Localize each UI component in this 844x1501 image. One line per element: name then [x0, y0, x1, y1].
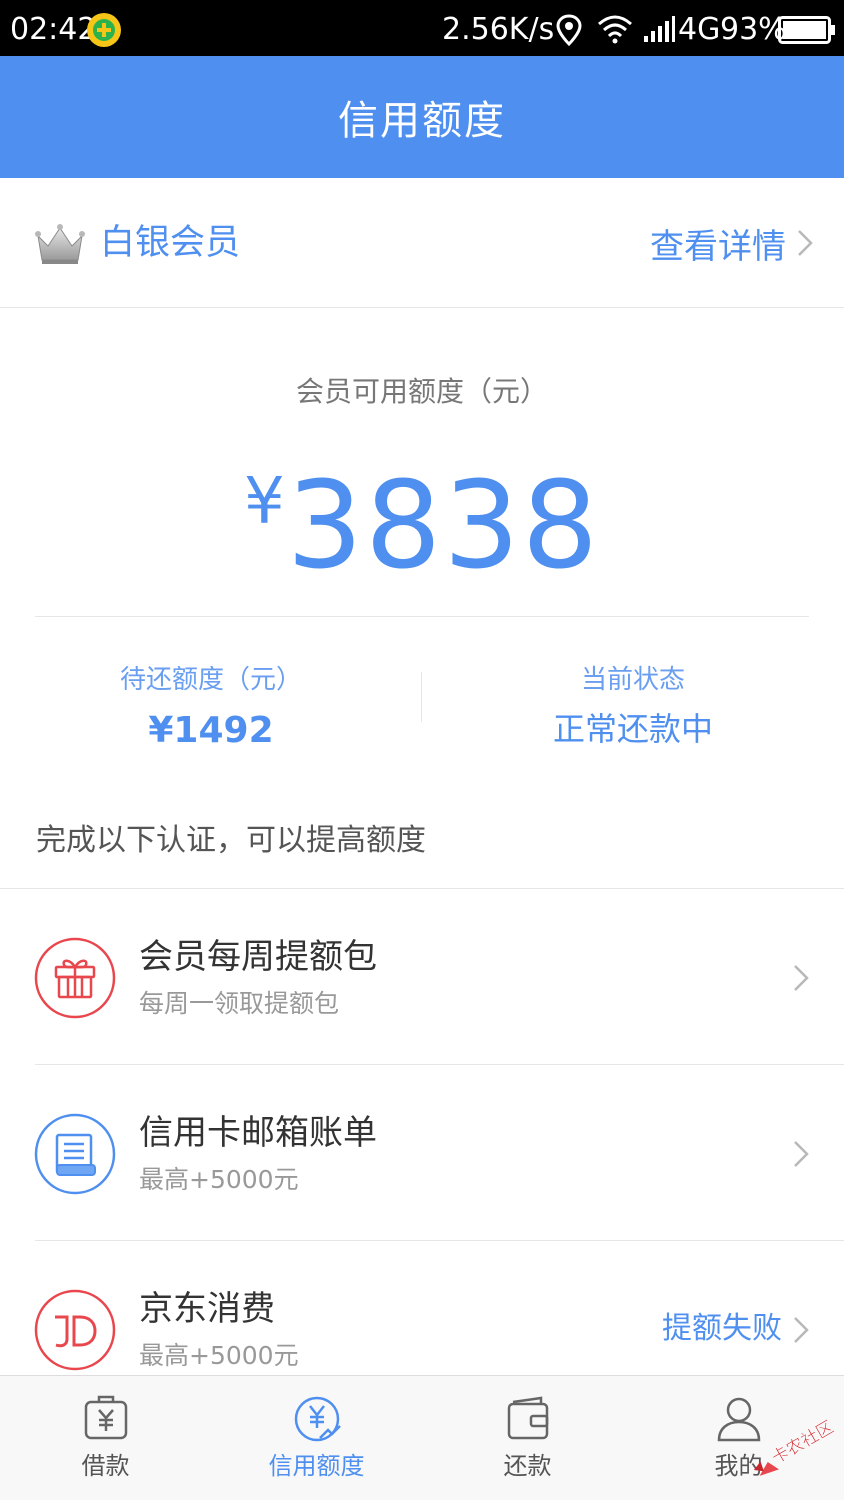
credit-icon: [294, 1396, 341, 1442]
current-status-label: 当前状态: [580, 665, 685, 695]
gift-icon: [34, 937, 116, 1019]
app-header: 信用额度: [0, 56, 844, 178]
chevron-right-icon: [794, 965, 809, 991]
wallet-icon: [507, 1396, 549, 1440]
item-subtitle: 每周一领取提额包: [139, 989, 340, 1018]
item-title: 会员每周提额包: [139, 937, 377, 977]
wifi-icon: [598, 15, 632, 44]
location-icon: [556, 14, 582, 46]
list-item-jd-consumption[interactable]: 京东消费 最高+5000元 提额失败: [0, 1241, 844, 1375]
view-details-label: 查看详情: [650, 226, 786, 267]
item-subtitle: 最高+5000元: [139, 1341, 299, 1370]
list-item-weekly-boost[interactable]: 会员每周提额包 每周一领取提额包: [0, 889, 844, 1065]
network-speed: 2.56K/s: [442, 12, 555, 47]
network-type: 4G: [678, 12, 721, 47]
item-title: 信用卡邮箱账单: [139, 1113, 377, 1153]
bill-icon: [34, 1113, 116, 1195]
crown-icon: [35, 224, 85, 264]
quota-label: 会员可用额度（元）: [295, 375, 548, 408]
app-notification-icon: [87, 13, 121, 47]
pending-repayment-value: ¥1492: [148, 710, 274, 751]
loan-icon: [84, 1395, 128, 1440]
item-subtitle: 最高+5000元: [139, 1165, 299, 1194]
nav-loan[interactable]: 借款: [0, 1376, 211, 1501]
nav-repayment[interactable]: 还款: [422, 1376, 633, 1501]
status-time: 02:42: [10, 12, 97, 47]
section-hint: 完成以下认证，可以提高额度: [36, 823, 426, 858]
nav-label: 借款: [81, 1452, 130, 1480]
quota-amount: ¥3838: [0, 432, 844, 632]
chevron-right-icon: [798, 230, 813, 256]
jd-icon: [34, 1289, 116, 1371]
pending-repayment-label: 待还额度（元）: [119, 665, 302, 695]
item-status: 提额失败: [662, 1311, 782, 1346]
chevron-right-icon: [794, 1141, 809, 1167]
pending-repayment-stat: 待还额度（元） ¥1492: [0, 660, 422, 756]
list-item-credit-card-bill[interactable]: 信用卡邮箱账单 最高+5000元: [0, 1065, 844, 1241]
item-title: 京东消费: [139, 1289, 275, 1329]
chevron-right-icon: [794, 1317, 809, 1343]
nav-label: 还款: [503, 1452, 552, 1480]
nav-credit-limit[interactable]: 信用额度: [211, 1376, 422, 1501]
status-bar: 02:42 2.56K/s 4G 93%: [0, 0, 844, 56]
member-level: 白银会员: [100, 223, 241, 263]
watermark-text: 卡农社区: [768, 1417, 837, 1468]
current-status-stat: 当前状态 正常还款中: [422, 660, 844, 754]
signal-icon: [644, 16, 675, 42]
view-details-link[interactable]: 查看详情: [650, 218, 814, 268]
battery-icon: [778, 16, 835, 44]
quota-value: 3838: [286, 457, 601, 596]
member-row[interactable]: 白银会员 查看详情: [0, 178, 844, 308]
page-title: 信用额度: [338, 98, 506, 144]
divider: [35, 616, 809, 617]
quota-currency: ¥: [243, 465, 285, 539]
battery-percent: 93%: [720, 12, 787, 47]
watermark-logo: 卡农社区: [753, 1417, 838, 1476]
bottom-nav: 借款 信用额度 还款 我的: [0, 1375, 844, 1500]
current-status-value: 正常还款中: [552, 710, 713, 748]
nav-label: 信用额度: [268, 1452, 365, 1480]
